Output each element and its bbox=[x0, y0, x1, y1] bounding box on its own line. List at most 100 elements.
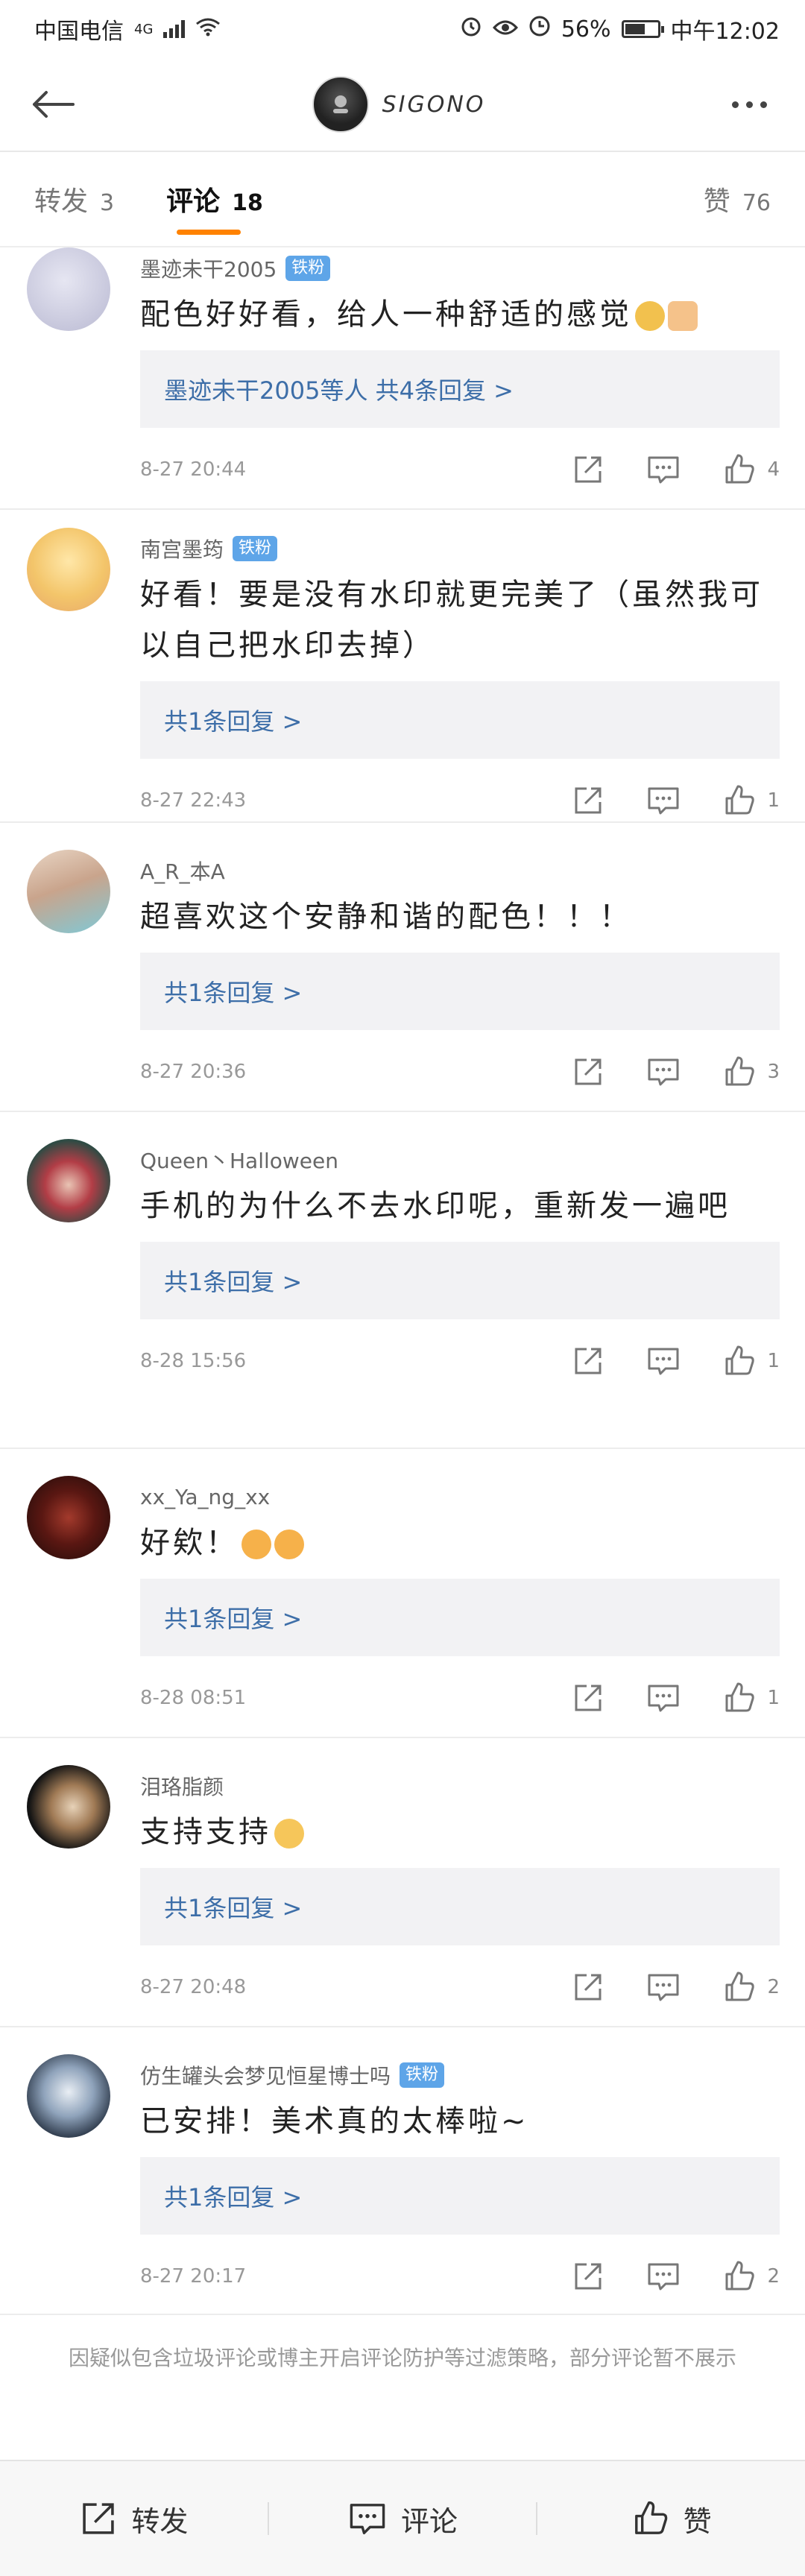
avatar[interactable] bbox=[27, 528, 110, 611]
like-button[interactable]: 2 bbox=[722, 1970, 780, 2004]
share-button[interactable] bbox=[572, 1055, 604, 1088]
share-button[interactable] bbox=[572, 1971, 604, 2004]
comment-icon bbox=[648, 1348, 679, 1375]
list-item: 墨迹未干2005 铁粉 配色好好看，给人一种舒适的感觉 墨迹未干2005等人 共… bbox=[0, 247, 805, 510]
like-button[interactable]: 1 bbox=[722, 783, 780, 818]
comment-icon bbox=[648, 2263, 679, 2291]
repost-button[interactable]: 转发 bbox=[0, 2498, 268, 2539]
comment-text: 超喜欢这个安静和谐的配色！！！ bbox=[140, 900, 632, 934]
share-icon bbox=[575, 2263, 602, 2290]
share-icon bbox=[83, 2503, 115, 2534]
comment-icon bbox=[648, 1685, 679, 1712]
comment-icon bbox=[648, 787, 679, 815]
fan-badge: 铁粉 bbox=[285, 256, 331, 281]
reply-button[interactable] bbox=[646, 1971, 681, 2004]
commenter-name[interactable]: A_R_本A bbox=[140, 856, 225, 886]
kiss-emoji-icon bbox=[274, 1530, 304, 1559]
avatar[interactable] bbox=[27, 2054, 110, 2138]
filter-notice: 因疑似包含垃圾评论或博主开启评论防护等过滤策略，部分评论暂不展示 bbox=[68, 2346, 736, 2370]
reply-button[interactable] bbox=[646, 2260, 681, 2293]
like-button[interactable]: 4 bbox=[722, 452, 780, 487]
like-button[interactable]: 1 bbox=[722, 1681, 780, 1715]
share-icon bbox=[575, 1685, 602, 1711]
comment-icon bbox=[648, 456, 679, 484]
like-count: 4 bbox=[767, 458, 780, 481]
avatar[interactable] bbox=[27, 1139, 110, 1222]
back-arrow-icon bbox=[33, 91, 75, 118]
thumbs-up-icon bbox=[725, 2261, 755, 2291]
share-button[interactable] bbox=[572, 2260, 604, 2293]
reply-summary[interactable]: 共1条回复 > bbox=[140, 953, 780, 1030]
reply-summary[interactable]: 共1条回复 > bbox=[140, 1579, 780, 1656]
comment-label: 评论 bbox=[401, 2504, 458, 2538]
commenter-name[interactable]: xx_Ya_ng_xx bbox=[140, 1485, 270, 1509]
network-label: 4G bbox=[134, 21, 154, 37]
list-item: xx_Ya_ng_xx 好欸！ 共1条回复 > 8-28 08:51 1 bbox=[0, 1449, 805, 1738]
tab-label: 转发 bbox=[34, 186, 89, 217]
comment-list: 墨迹未干2005 铁粉 配色好好看，给人一种舒适的感觉 墨迹未干2005等人 共… bbox=[0, 247, 805, 2315]
signal-icon bbox=[163, 20, 186, 38]
avatar[interactable] bbox=[27, 850, 110, 933]
list-item: Queen丶Halloween 手机的为什么不去水印呢，重新发一遍吧 共1条回复… bbox=[0, 1112, 805, 1449]
tab-likes[interactable]: 赞 76 bbox=[704, 180, 771, 218]
commenter-name[interactable]: 泪珞脂颜 bbox=[140, 1771, 224, 1801]
comment-button[interactable]: 评论 bbox=[269, 2498, 537, 2539]
like-label: 赞 bbox=[683, 2504, 712, 2538]
reply-summary[interactable]: 共1条回复 > bbox=[140, 1242, 780, 1319]
reply-button[interactable] bbox=[646, 1055, 681, 1088]
like-button[interactable]: 赞 bbox=[537, 2498, 805, 2539]
like-button[interactable]: 1 bbox=[722, 1344, 780, 1378]
header-profile[interactable]: SIGONO bbox=[312, 76, 486, 133]
fan-badge: 铁粉 bbox=[233, 536, 278, 561]
avatar[interactable] bbox=[27, 1476, 110, 1559]
page-title: SIGONO bbox=[382, 91, 486, 118]
like-button[interactable]: 3 bbox=[722, 1055, 780, 1089]
shy-emoji-icon bbox=[274, 1819, 304, 1849]
like-button[interactable]: 2 bbox=[722, 2259, 780, 2294]
reply-summary[interactable]: 墨迹未干2005等人 共4条回复 > bbox=[140, 350, 780, 428]
share-icon bbox=[575, 1974, 602, 2001]
alarm-icon bbox=[460, 15, 482, 43]
reply-button[interactable] bbox=[646, 1682, 681, 1714]
doge-emoji-icon bbox=[635, 301, 665, 331]
like-count: 2 bbox=[767, 2265, 780, 2288]
tab-repost[interactable]: 转发 3 bbox=[34, 180, 114, 218]
comment-time: 8-27 20:48 bbox=[140, 1976, 247, 1998]
tab-comments[interactable]: 评论 18 bbox=[166, 180, 263, 235]
reply-button[interactable] bbox=[646, 784, 681, 817]
back-button[interactable] bbox=[22, 75, 82, 134]
fan-badge: 铁粉 bbox=[400, 2062, 445, 2088]
share-button[interactable] bbox=[572, 453, 604, 486]
battery-percent: 56% bbox=[561, 16, 611, 42]
reply-summary[interactable]: 共1条回复 > bbox=[140, 2157, 780, 2235]
commenter-name[interactable]: 仿生罐头会梦见恒星博士吗 bbox=[140, 2060, 391, 2090]
commenter-name[interactable]: 南宫墨筠 bbox=[140, 534, 224, 564]
share-button[interactable] bbox=[572, 1345, 604, 1377]
status-time: 中午12:02 bbox=[670, 19, 780, 45]
reply-summary[interactable]: 共1条回复 > bbox=[140, 681, 780, 759]
commenter-name[interactable]: Queen丶Halloween bbox=[140, 1145, 338, 1175]
thumbs-up-icon bbox=[725, 454, 755, 484]
avatar[interactable] bbox=[27, 1765, 110, 1849]
reply-button[interactable] bbox=[646, 453, 681, 486]
like-count: 3 bbox=[767, 1061, 780, 1083]
list-item: 仿生罐头会梦见恒星博士吗 铁粉 已安排！美术真的太棒啦~ 共1条回复 > 8-2… bbox=[0, 2027, 805, 2315]
comment-time: 8-28 08:51 bbox=[140, 1687, 247, 1709]
reply-button[interactable] bbox=[646, 1345, 681, 1377]
app-header: SIGONO bbox=[0, 58, 805, 152]
avatar[interactable] bbox=[27, 247, 110, 331]
tab-count: 18 bbox=[232, 190, 263, 216]
comment-time: 8-27 20:36 bbox=[140, 1061, 247, 1083]
comment-text: 支持支持 bbox=[140, 1807, 780, 1857]
list-item: 泪珞脂颜 支持支持 共1条回复 > 8-27 20:48 2 bbox=[0, 1738, 805, 2027]
commenter-name[interactable]: 墨迹未干2005 bbox=[140, 253, 277, 283]
reply-summary[interactable]: 共1条回复 > bbox=[140, 1868, 780, 1945]
like-count: 1 bbox=[767, 1350, 780, 1372]
kiss-emoji-icon bbox=[242, 1530, 271, 1559]
more-button[interactable] bbox=[716, 75, 783, 134]
comment-text-content: 支持支持 bbox=[140, 1815, 271, 1849]
share-icon bbox=[575, 787, 602, 814]
share-icon bbox=[575, 1058, 602, 1085]
share-button[interactable] bbox=[572, 1682, 604, 1714]
share-button[interactable] bbox=[572, 784, 604, 817]
